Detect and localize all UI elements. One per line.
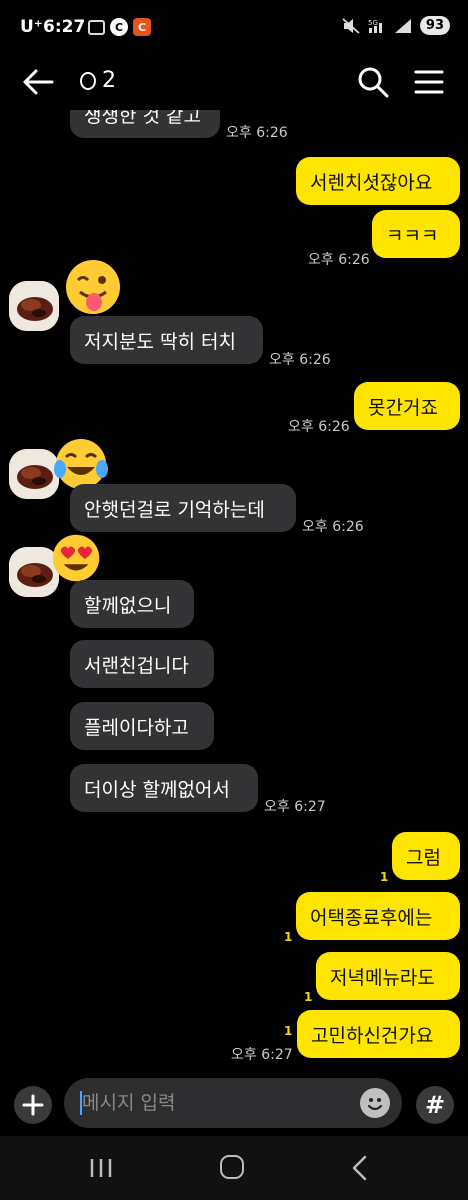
- member-count: 2: [102, 68, 116, 93]
- message-time: 오후 6:26: [308, 252, 370, 268]
- message-bubble-incoming[interactable]: 할께없으니: [70, 580, 194, 628]
- unread-count: 1: [284, 1024, 293, 1038]
- signal-icon: [394, 18, 411, 33]
- system-nav-bar: [0, 1136, 468, 1200]
- profile-ring-icon: [80, 71, 96, 90]
- recent-apps-icon[interactable]: [88, 1156, 114, 1180]
- message-input-bar: #: [0, 1076, 468, 1136]
- message-text: 그럼: [406, 846, 441, 869]
- message-bubble-outgoing[interactable]: 서렌치셧잖아요: [296, 157, 460, 205]
- message-time: 오후 6:27: [231, 1047, 293, 1063]
- battery-indicator: 93: [419, 16, 450, 35]
- plus-icon: [22, 1094, 44, 1116]
- status-bar: U⁺ 6:27 C C 5G 93: [0, 0, 468, 56]
- message-text: 할께없으니: [84, 594, 172, 617]
- system-icons: 5G 93: [342, 16, 450, 35]
- unread-count: 1: [284, 930, 293, 944]
- smiley-icon: [367, 1098, 383, 1111]
- message-text: 못간거죠: [368, 396, 438, 419]
- message-text: ㅋㅋㅋ: [386, 224, 439, 247]
- tongue-wink-emoji-icon: [66, 260, 120, 314]
- message-bubble-incoming[interactable]: 안햇던걸로 기억하는데: [70, 484, 296, 532]
- message-text: 어택종료후에는: [310, 906, 433, 929]
- text-cursor: [80, 1091, 82, 1115]
- screenshot-icon: [88, 19, 105, 35]
- message-bubble-outgoing[interactable]: 그럼: [392, 832, 460, 880]
- message-input[interactable]: [64, 1078, 402, 1128]
- back-arrow-icon[interactable]: [22, 68, 54, 96]
- menu-icon[interactable]: [414, 68, 444, 96]
- mute-icon: [342, 17, 360, 34]
- emoticon-button[interactable]: [360, 1088, 390, 1118]
- attach-button[interactable]: [14, 1086, 52, 1124]
- message-bubble-incoming[interactable]: 저지분도 딱히 터치: [70, 316, 263, 364]
- message-time: 오후 6:27: [264, 799, 326, 815]
- message-text: 안햇던걸로 기억하는데: [84, 498, 265, 521]
- message-bubble-incoming[interactable]: 서랜친겁니다: [70, 640, 214, 688]
- carrier-label: U⁺: [20, 17, 43, 37]
- message-text: 더이상 할께없어서: [84, 778, 230, 801]
- chat-header: 2: [0, 56, 468, 110]
- message-time: 오후 6:26: [302, 519, 364, 535]
- message-bubble-incoming[interactable]: 더이상 할께없어서: [70, 764, 258, 812]
- message-bubble-outgoing[interactable]: 저녁메뉴라도: [316, 952, 460, 1000]
- unread-count: 1: [304, 990, 313, 1004]
- message-time: 오후 6:26: [269, 352, 331, 368]
- message-text: 저지분도 딱히 터치: [84, 330, 236, 353]
- message-text: 생생한 것 같고: [84, 110, 201, 127]
- network-label: 5G: [368, 19, 378, 27]
- message-bubble-outgoing[interactable]: 어택종료후에는: [296, 892, 460, 940]
- hashtag-button[interactable]: #: [416, 1086, 454, 1124]
- notification-icons: C C: [88, 18, 151, 36]
- message-bubble-incoming[interactable]: 생생한 것 같고: [70, 110, 220, 138]
- message-time: 오후 6:26: [288, 419, 350, 435]
- message-bubble-outgoing[interactable]: 고민하신건가요: [297, 1010, 460, 1058]
- message-text: 플레이다하고: [84, 716, 189, 739]
- network-5g-icon: 5G: [368, 19, 382, 33]
- status-time: 6:27: [43, 17, 86, 37]
- message-time: 오후 6:26: [226, 125, 288, 141]
- heart-eyes-emoji-icon: [52, 534, 100, 582]
- sender-avatar[interactable]: [9, 281, 59, 331]
- message-text: 고민하신건가요: [311, 1024, 434, 1047]
- message-list[interactable]: 생생한 것 같고 오후 6:26 서렌치셧잖아요 ㅋㅋㅋ 오후 6:26 저지분…: [0, 110, 468, 1076]
- app-c-orange-icon: C: [133, 18, 151, 36]
- message-text: 서렌치셧잖아요: [310, 171, 433, 194]
- search-icon[interactable]: [357, 66, 389, 98]
- message-text: 서랜친겁니다: [84, 654, 189, 677]
- chat-title: 2: [80, 68, 116, 93]
- food-photo-icon: [9, 281, 59, 331]
- message-bubble-incoming[interactable]: 플레이다하고: [70, 702, 214, 750]
- message-text: 저녁메뉴라도: [330, 966, 435, 989]
- back-chevron-icon[interactable]: [350, 1154, 370, 1182]
- app-c-icon: C: [110, 18, 128, 36]
- home-icon[interactable]: [220, 1155, 244, 1179]
- message-bubble-outgoing[interactable]: ㅋㅋㅋ: [372, 210, 460, 258]
- unread-count: 1: [380, 870, 389, 884]
- message-bubble-outgoing[interactable]: 못간거죠: [354, 382, 460, 430]
